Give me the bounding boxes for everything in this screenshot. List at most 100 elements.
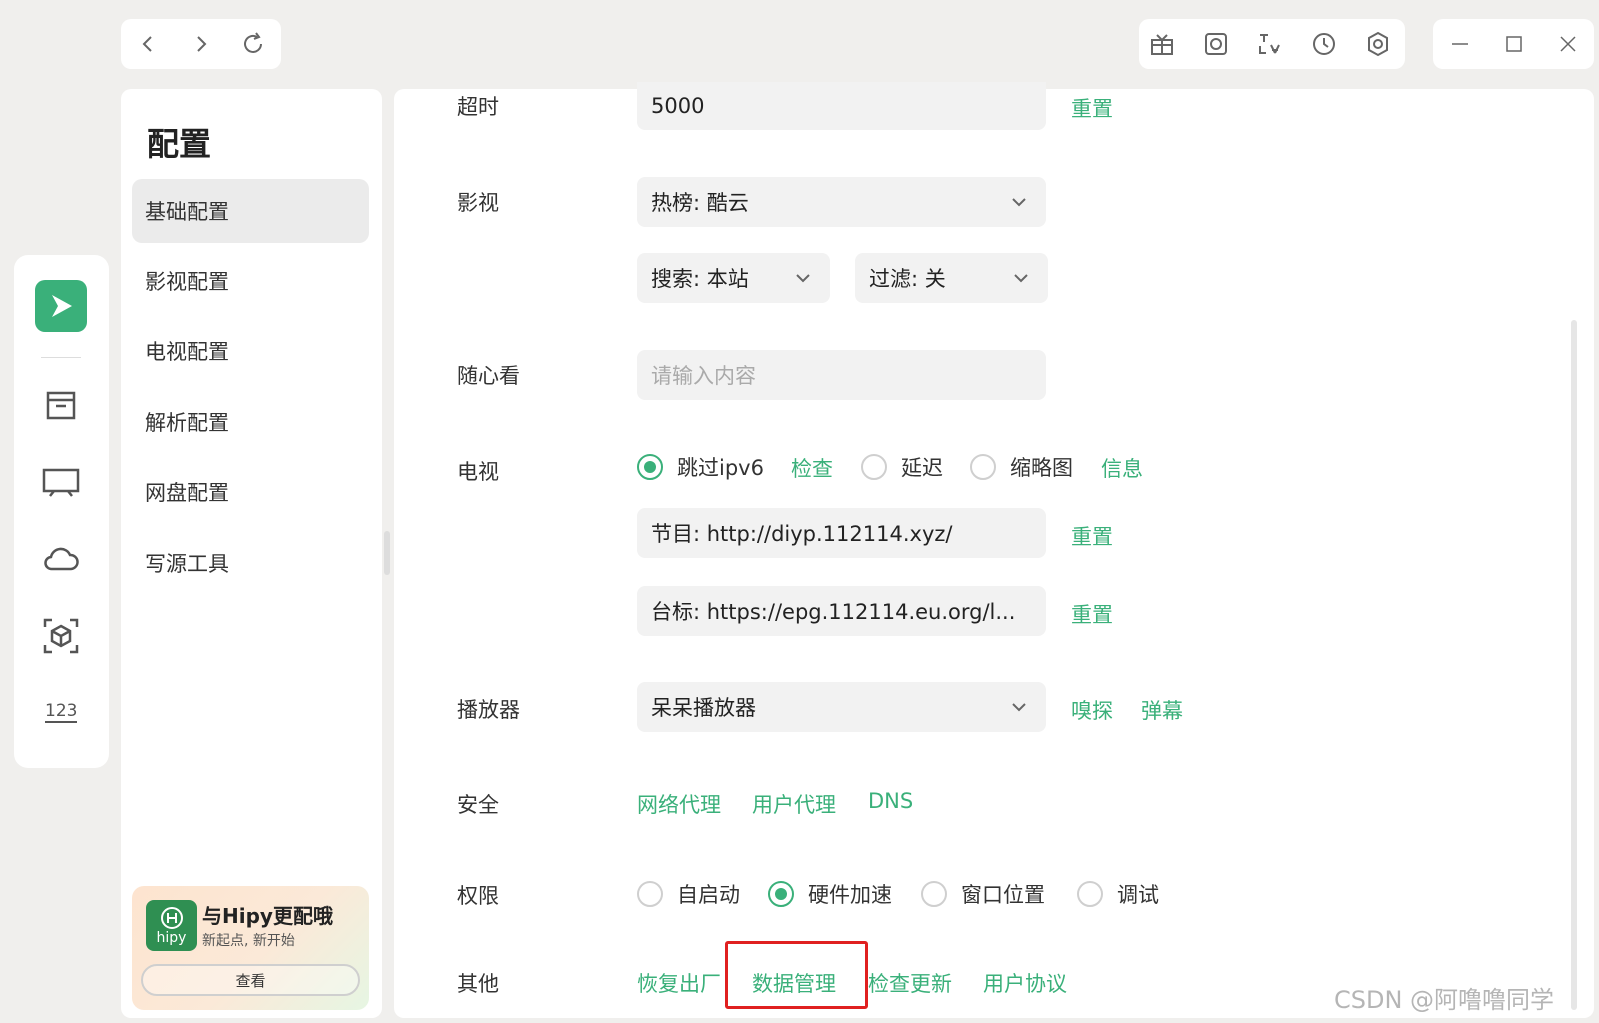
refresh-icon: [244, 32, 262, 53]
permission-label: 权限: [457, 884, 499, 908]
radio-dot: [637, 881, 663, 907]
refresh-button[interactable]: [238, 29, 268, 59]
gift-icon: [1151, 34, 1173, 55]
hipy-logo: hipy: [146, 900, 197, 951]
sidebar-item-source-tool[interactable]: 写源工具: [132, 531, 369, 595]
target-icon: [1205, 33, 1227, 55]
delay-radio[interactable]: 延迟: [861, 452, 943, 482]
timeout-reset-link[interactable]: 重置: [1071, 93, 1113, 123]
check-update-link[interactable]: 检查更新: [868, 968, 952, 998]
minimize-icon: [1452, 43, 1468, 45]
dns-link[interactable]: DNS: [868, 789, 913, 813]
tv-label: 电视: [457, 460, 499, 484]
close-icon: [1560, 36, 1576, 52]
debug-label: 调试: [1117, 883, 1159, 907]
close-button[interactable]: [1553, 29, 1583, 59]
window-position-radio[interactable]: 窗口位置: [921, 879, 1045, 909]
radio-dot: [970, 454, 996, 480]
filter-select[interactable]: 过滤: 关: [855, 253, 1048, 303]
random-label: 随心看: [457, 364, 520, 388]
history-button[interactable]: [1309, 29, 1339, 59]
back-button[interactable]: [133, 29, 163, 59]
radio-dot: [637, 454, 663, 480]
logo-value: 台标: https://epg.112114.eu.org/l...: [651, 600, 1016, 624]
sidebar-resize-handle[interactable]: [384, 531, 390, 575]
minimize-button[interactable]: [1445, 29, 1475, 59]
gear-icon: [1368, 31, 1388, 57]
main-scrollbar[interactable]: [1571, 320, 1577, 1010]
screenshot-button[interactable]: [1201, 29, 1231, 59]
sidebar-item-netdisk[interactable]: 网盘配置: [132, 460, 369, 524]
network-proxy-link[interactable]: 网络代理: [637, 789, 721, 819]
radio-dot: [861, 454, 887, 480]
program-input[interactable]: 节目: http://diyp.112114.xyz/: [637, 508, 1046, 558]
tools-toolbar: [1139, 19, 1405, 69]
restore-factory-link[interactable]: 恢复出厂: [637, 968, 721, 998]
user-agreement-link[interactable]: 用户协议: [983, 968, 1067, 998]
hw-accel-radio[interactable]: 硬件加速: [768, 879, 892, 909]
debug-radio[interactable]: 调试: [1077, 879, 1159, 909]
promo-card: hipy 与Hipy更配哦 新起点, 新开始 查看: [132, 886, 369, 1010]
player-select[interactable]: 呆呆播放器: [637, 682, 1046, 732]
maximize-button[interactable]: [1499, 29, 1529, 59]
chevron-down-icon: [1012, 703, 1026, 712]
thumbnail-radio[interactable]: 缩略图: [970, 452, 1073, 482]
logo-reset-link[interactable]: 重置: [1071, 599, 1113, 629]
chevron-down-icon: [1014, 274, 1028, 283]
skip-ipv6-radio[interactable]: 跳过ipv6: [637, 452, 764, 482]
rail-cloud-button[interactable]: [34, 532, 88, 586]
tv-check-link[interactable]: 检查: [791, 453, 833, 483]
sniff-link[interactable]: 嗅探: [1071, 695, 1113, 725]
other-label: 其他: [457, 972, 499, 996]
filter-value: 过滤: 关: [869, 267, 946, 291]
settings-button[interactable]: [1363, 29, 1393, 59]
timeout-value: 5000: [651, 94, 705, 118]
translate-button[interactable]: [1255, 29, 1285, 59]
tv-info-link[interactable]: 信息: [1101, 453, 1143, 483]
user-agent-link[interactable]: 用户代理: [752, 789, 836, 819]
gift-button[interactable]: [1147, 29, 1177, 59]
rail-cube-button[interactable]: [34, 609, 88, 663]
timeout-input[interactable]: 5000: [637, 82, 1046, 130]
sidebar-item-label: 写源工具: [145, 552, 229, 576]
maximize-icon: [1506, 36, 1522, 52]
random-input[interactable]: 请输入内容: [637, 350, 1046, 400]
tv-icon: [42, 468, 80, 497]
cloud-icon: [44, 547, 79, 571]
play-logo-icon: [52, 295, 72, 317]
player-value: 呆呆播放器: [651, 696, 756, 720]
sidebar-item-label: 基础配置: [145, 200, 229, 224]
promo-subtitle: 新起点, 新开始: [202, 933, 295, 949]
sidebar-item-tv[interactable]: 电视配置: [132, 319, 369, 383]
rail-film-button[interactable]: [34, 378, 88, 432]
hot-list-value: 热榜: 酷云: [651, 191, 749, 215]
chevron-left-icon: [142, 36, 152, 52]
delay-label: 延迟: [901, 456, 943, 480]
chevron-down-icon: [1012, 198, 1026, 207]
logo-input[interactable]: 台标: https://epg.112114.eu.org/l...: [637, 586, 1046, 636]
forward-button[interactable]: [186, 29, 216, 59]
danmaku-link[interactable]: 弹幕: [1141, 695, 1183, 725]
sidebar-item-label: 解析配置: [145, 411, 229, 435]
search-value: 搜索: 本站: [651, 267, 749, 291]
rail-tv-button[interactable]: [34, 455, 88, 509]
program-value: 节目: http://diyp.112114.xyz/: [651, 522, 953, 546]
numbers-123-icon: 123: [45, 701, 77, 723]
sidebar-item-video[interactable]: 影视配置: [132, 249, 369, 313]
hipy-h-icon: [160, 906, 183, 929]
sidebar-item-basic[interactable]: 基础配置: [132, 179, 369, 243]
program-reset-link[interactable]: 重置: [1071, 521, 1113, 551]
autostart-radio[interactable]: 自启动: [637, 879, 740, 909]
search-select[interactable]: 搜索: 本站: [637, 253, 830, 303]
chevron-down-icon: [796, 274, 810, 283]
window-controls: [1433, 19, 1594, 69]
rail-numbers-button[interactable]: 123: [34, 683, 88, 737]
autostart-label: 自启动: [677, 883, 740, 907]
player-label: 播放器: [457, 698, 520, 722]
rail-divider: [41, 357, 81, 358]
sidebar-item-parse[interactable]: 解析配置: [132, 390, 369, 454]
hot-list-select[interactable]: 热榜: 酷云: [637, 177, 1046, 227]
cube-scan-icon: [43, 618, 79, 654]
promo-view-button[interactable]: 查看: [141, 964, 360, 996]
app-logo[interactable]: [35, 280, 87, 332]
